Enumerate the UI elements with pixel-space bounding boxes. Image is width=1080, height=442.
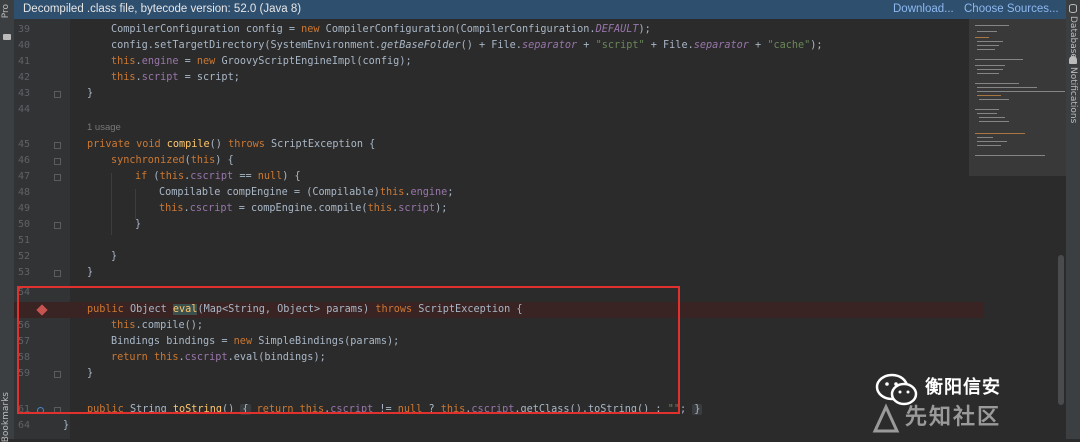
code-line-46: synchronized(this) { bbox=[111, 155, 234, 166]
watermark: 衡阳信安 先知社区 bbox=[853, 369, 1063, 437]
database-tool-tab[interactable]: Database bbox=[1068, 16, 1078, 59]
choose-sources-link[interactable]: Choose Sources... bbox=[964, 3, 1059, 15]
code-minimap[interactable] bbox=[969, 19, 1066, 176]
banner-message: Decompiled .class file, bytecode version… bbox=[23, 3, 302, 15]
right-tool-strip: Database Notifications bbox=[1065, 0, 1080, 439]
code-line-50: } bbox=[135, 219, 142, 230]
community-logo-icon bbox=[872, 403, 900, 433]
folder-icon[interactable] bbox=[3, 34, 11, 40]
code-line-41: this.engine = new GroovyScriptEngineImpl… bbox=[111, 56, 412, 67]
code-line-49: this.cscript = compEngine.compile(this.s… bbox=[159, 203, 448, 214]
watermark-subtitle: 先知社区 bbox=[905, 405, 1002, 430]
decompiled-banner: Decompiled .class file, bytecode version… bbox=[14, 0, 1066, 19]
code-line-43: } bbox=[87, 88, 94, 99]
code-line-40: config.setTargetDirectory(SystemEnvironm… bbox=[111, 40, 823, 51]
bell-icon[interactable] bbox=[1069, 56, 1077, 64]
download-link[interactable]: Download... bbox=[893, 3, 954, 15]
usage-hint[interactable]: 1 usage bbox=[87, 122, 121, 133]
code-line-64: } bbox=[63, 420, 70, 431]
code-line-52: } bbox=[111, 251, 118, 262]
code-line-53: } bbox=[87, 267, 94, 278]
left-tool-strip: Pro Bookmarks bbox=[0, 0, 15, 442]
code-line-47: if (this.cscript == null) { bbox=[135, 171, 301, 182]
watermark-title: 衡阳信安 bbox=[925, 377, 1001, 398]
bookmarks-tool-tab[interactable]: Bookmarks bbox=[1, 392, 11, 442]
highlight-annotation-box bbox=[17, 286, 680, 414]
code-line-48: Compilable compEngine = (Compilable)this… bbox=[159, 187, 454, 198]
project-tool-tab[interactable]: Pro bbox=[1, 4, 11, 18]
notifications-tool-tab[interactable]: Notifications bbox=[1068, 67, 1078, 123]
database-icon[interactable] bbox=[1069, 4, 1077, 13]
code-line-39: CompilerConfiguration config = new Compi… bbox=[111, 24, 651, 35]
code-line-45: private void compile() throws ScriptExce… bbox=[87, 139, 376, 150]
code-line-42: this.script = script; bbox=[111, 72, 240, 83]
